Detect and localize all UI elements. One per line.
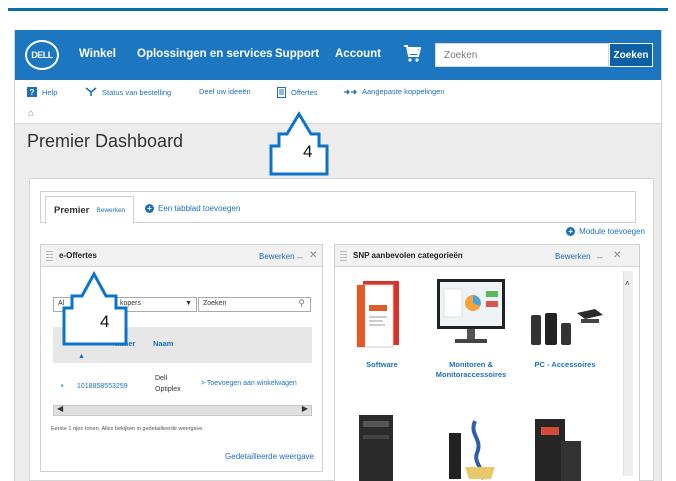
subnav-ideas[interactable]: Deel uw ideeën — [199, 87, 251, 96]
detailed-view-link[interactable]: Gedetailleerde weergave — [225, 452, 314, 461]
tab-premier[interactable]: Premier Bewerken — [45, 196, 135, 224]
col-name-header[interactable]: Naam — [153, 339, 173, 348]
eoffertes-title: e-Offertes — [59, 251, 97, 260]
drag-handle-icon[interactable] — [46, 251, 53, 261]
callout-number: 4 — [100, 312, 110, 331]
subnav-quotes[interactable]: Offertes — [277, 87, 318, 98]
subnav-custom-links-label: Aangepaste koppelingen — [362, 87, 445, 96]
row-name-line2: Optiplex — [155, 386, 181, 393]
tab-bar: Premier Bewerken + Een tabblad toevoegen — [40, 191, 636, 224]
subnav-order-status[interactable]: Status van bestelling — [85, 87, 171, 97]
pc-accessories-image[interactable] — [523, 305, 607, 349]
snp-title: SNP aanbevolen categorieën — [353, 251, 463, 260]
plus-icon: + — [145, 204, 154, 213]
snp-widget: SNP aanbevolen categorieën Bewerken _ ✕ … — [334, 244, 640, 481]
dell-logo[interactable]: DELL — [25, 40, 59, 70]
monitor-image[interactable] — [431, 277, 511, 349]
vertical-scrollbar[interactable]: ˄ — [623, 271, 633, 476]
close-icon[interactable]: ✕ — [613, 250, 621, 261]
snp-header: SNP aanbevolen categorieën Bewerken _ ✕ — [335, 245, 639, 267]
search-button[interactable]: Zoeken — [609, 43, 653, 67]
add-module-label: Module toevoegen — [579, 227, 645, 236]
add-to-cart-link[interactable]: > Toevoegen aan winkelwagen — [201, 380, 297, 387]
subnav-help[interactable]: ? Help — [27, 87, 57, 97]
horizontal-scrollbar[interactable]: ◀ ▶ — [53, 404, 312, 416]
truck-icon — [85, 87, 97, 96]
scroll-left-icon[interactable]: ◀ — [57, 404, 63, 413]
callout-number: 4 — [303, 142, 313, 161]
document-icon — [277, 87, 286, 98]
ups-image[interactable] — [527, 415, 583, 481]
subnav-custom-links[interactable]: Aangepaste koppelingen — [343, 87, 445, 96]
subnav-order-status-label: Status van bestelling — [102, 87, 172, 97]
category-pc-accessories[interactable]: PC - Accessoires — [523, 360, 607, 370]
nav-oplossingen[interactable]: Oplossingen en services — [137, 48, 273, 60]
page-title: Premier Dashboard — [27, 131, 184, 151]
eoffertes-header: e-Offertes Bewerken _ ✕ — [41, 245, 322, 267]
callout-arrow-shape — [269, 111, 329, 176]
browser-page: DELL Winkel Oplossingen en services Supp… — [14, 30, 662, 481]
sort-caret-icon[interactable]: ▲ — [78, 353, 85, 360]
category-monitors[interactable]: Monitoren & Monitoraccessoires — [429, 360, 513, 380]
search-icon[interactable]: ⚲ — [298, 298, 305, 309]
table-row: • 1018858553259 Dell Optiplex > Toevoege… — [53, 375, 312, 399]
add-module-button[interactable]: + Module toevoegen — [566, 227, 645, 236]
row-bullet-icon: • — [61, 383, 64, 390]
close-icon[interactable]: ✕ — [309, 250, 317, 261]
callout-arrow-shape — [62, 270, 128, 346]
nav-support[interactable]: Support — [275, 48, 319, 60]
nav-account[interactable]: Account — [335, 48, 381, 60]
network-equipment-image[interactable] — [435, 417, 499, 481]
subnav-help-label: Help — [42, 87, 58, 97]
eoffertes-edit-link[interactable]: Bewerken — [259, 252, 295, 261]
link-arrows-icon — [344, 89, 357, 94]
home-icon[interactable]: ⌂ — [28, 108, 34, 119]
printer-image[interactable] — [355, 411, 397, 481]
scroll-up-icon[interactable]: ˄ — [625, 279, 630, 288]
snp-edit-link[interactable]: Bewerken — [555, 252, 591, 261]
search-input[interactable]: Zoeken — [435, 43, 609, 67]
cart-icon[interactable] — [403, 43, 421, 63]
subnav-ideas-label: Deel uw ideeën — [199, 87, 251, 96]
tab-edit-link[interactable]: Bewerken — [96, 207, 125, 214]
rows-info-text: Eerste 1 rijen tonen. Alles bekijken in … — [51, 426, 204, 432]
top-rule — [8, 8, 668, 11]
add-tab-button[interactable]: + Een tabblad toevoegen — [145, 204, 240, 213]
minimize-icon[interactable]: _ — [597, 248, 603, 259]
category-monitors-line1: Monitoren & — [449, 360, 493, 369]
tab-premier-label: Premier — [54, 205, 90, 216]
software-box-image[interactable] — [353, 279, 405, 349]
add-tab-label: Een tabblad toevoegen — [158, 204, 241, 213]
scroll-right-icon[interactable]: ▶ — [302, 404, 308, 413]
subnav-quotes-label: Offertes — [291, 88, 318, 97]
eoffertes-search-input[interactable]: Zoeken ⚲ — [198, 297, 311, 312]
row-name-line1: Dell — [155, 375, 168, 382]
chevron-down-icon: ▼ — [185, 300, 192, 307]
plus-icon: + — [566, 227, 576, 236]
callout-arrow-offertes: 4 — [265, 108, 335, 183]
drag-handle-icon[interactable] — [340, 251, 347, 261]
category-monitors-line2: Monitoraccessoires — [435, 370, 507, 379]
sub-navbar: ? Help Status van bestelling Deel uw ide… — [15, 80, 661, 124]
nav-winkel[interactable]: Winkel — [79, 48, 116, 60]
help-icon: ? — [27, 87, 37, 97]
main-navbar: DELL Winkel Oplossingen en services Supp… — [15, 30, 661, 80]
row-number[interactable]: 1018858553259 — [77, 383, 128, 390]
minimize-icon[interactable]: _ — [297, 248, 303, 259]
eoffertes-search-value: Zoeken — [203, 300, 227, 307]
category-software[interactable]: Software — [357, 360, 407, 370]
callout-arrow-eoffertes: 4 — [60, 268, 132, 353]
